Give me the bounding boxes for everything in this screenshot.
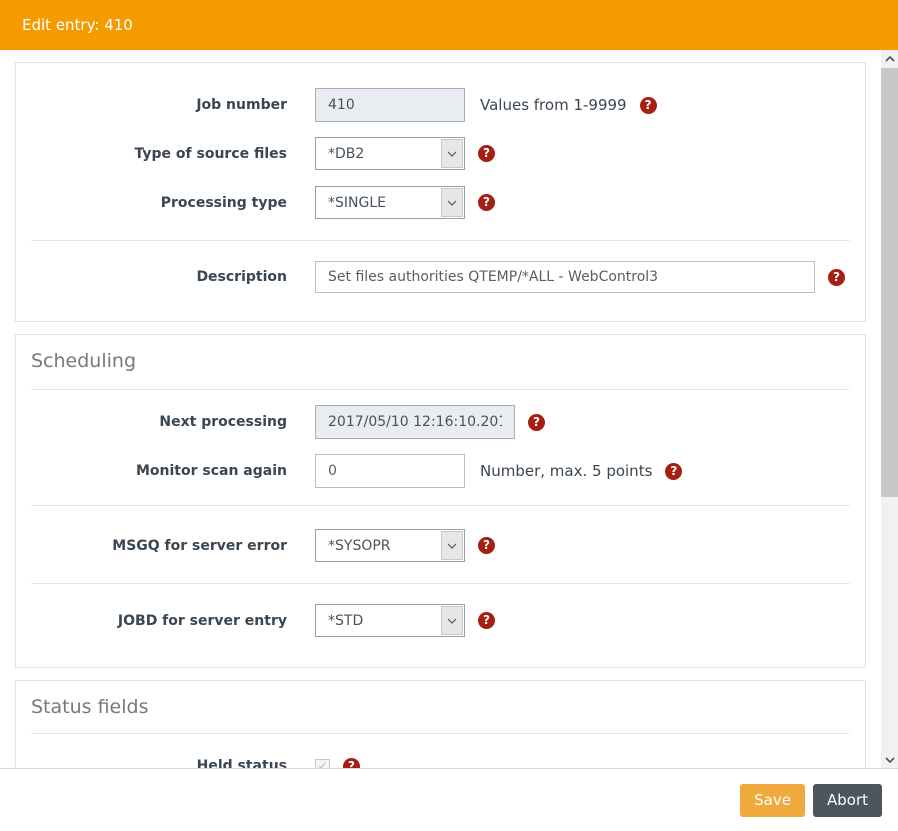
abort-button[interactable]: Abort [813,784,882,817]
divider [31,389,850,390]
divider [31,240,850,241]
msgq-selected-value: *SYSOPR [316,538,440,554]
scroll-down-icon[interactable] [881,751,898,768]
job-number-input[interactable] [315,88,465,122]
field-row-jobd: JOBD for server entry *STD ? [16,604,865,637]
field-row-description: Description ? [16,261,865,293]
jobd-selected-value: *STD [316,613,440,629]
panel-status-fields: Status fields Held status ✓ ? [15,680,866,768]
jobd-label: JOBD for server entry [16,613,300,629]
help-icon[interactable]: ? [640,97,657,114]
help-icon[interactable]: ? [828,269,845,286]
next-processing-input[interactable] [315,405,515,439]
scrollbar-thumb[interactable] [881,68,898,497]
field-row-job-number: Job number Values from 1-9999 ? [16,88,865,122]
status-fields-heading: Status fields [16,693,865,721]
source-type-select[interactable]: *DB2 [315,137,465,170]
monitor-scan-input[interactable] [315,454,465,488]
chevron-down-icon[interactable] [441,188,463,217]
next-processing-label: Next processing [16,414,300,430]
help-icon[interactable]: ? [343,758,360,769]
help-icon[interactable]: ? [528,414,545,431]
processing-type-select[interactable]: *SINGLE [315,186,465,219]
save-button[interactable]: Save [740,784,805,817]
job-number-note: Values from 1-9999 [480,96,627,114]
dialog-footer: Save Abort [0,768,898,831]
dialog-title: Edit entry: 410 [22,16,133,34]
help-icon[interactable]: ? [478,145,495,162]
divider [31,583,850,584]
vertical-scrollbar[interactable] [881,50,898,768]
help-icon[interactable]: ? [478,612,495,629]
chevron-down-icon[interactable] [441,139,463,168]
field-row-next-processing: Next processing ? [16,405,865,439]
msgq-label: MSGQ for server error [16,538,300,554]
msgq-select[interactable]: *SYSOPR [315,529,465,562]
held-status-label: Held status [16,758,300,768]
chevron-down-icon[interactable] [441,606,463,635]
field-row-msgq: MSGQ for server error *SYSOPR ? [16,529,865,562]
scheduling-heading: Scheduling [16,347,865,375]
help-icon[interactable]: ? [478,537,495,554]
processing-type-selected-value: *SINGLE [316,195,440,211]
help-icon[interactable]: ? [478,194,495,211]
chevron-down-icon[interactable] [441,531,463,560]
panel-scheduling: Scheduling Next processing ? Monitor sca… [15,334,866,668]
description-label: Description [16,269,300,285]
held-status-checkbox[interactable]: ✓ [315,759,330,769]
panel-entry: Job number Values from 1-9999 ? Type of … [15,62,866,322]
description-input[interactable] [315,261,815,293]
processing-type-label: Processing type [16,195,300,211]
source-type-selected-value: *DB2 [316,146,440,162]
scroll-up-icon[interactable] [881,50,898,67]
dialog-titlebar: Edit entry: 410 [0,0,898,50]
field-row-monitor-scan: Monitor scan again Number, max. 5 points… [16,454,865,488]
help-icon[interactable]: ? [665,463,682,480]
monitor-scan-note: Number, max. 5 points [480,462,652,480]
field-row-held-status: Held status ✓ ? [16,749,865,768]
field-row-processing-type: Processing type *SINGLE ? [16,186,865,219]
divider [31,733,850,734]
jobd-select[interactable]: *STD [315,604,465,637]
monitor-scan-label: Monitor scan again [16,463,300,479]
field-row-source-type: Type of source files *DB2 ? [16,137,865,170]
source-type-label: Type of source files [16,146,300,162]
divider [31,505,850,506]
dialog-body: Job number Values from 1-9999 ? Type of … [0,50,898,768]
job-number-label: Job number [16,97,300,113]
